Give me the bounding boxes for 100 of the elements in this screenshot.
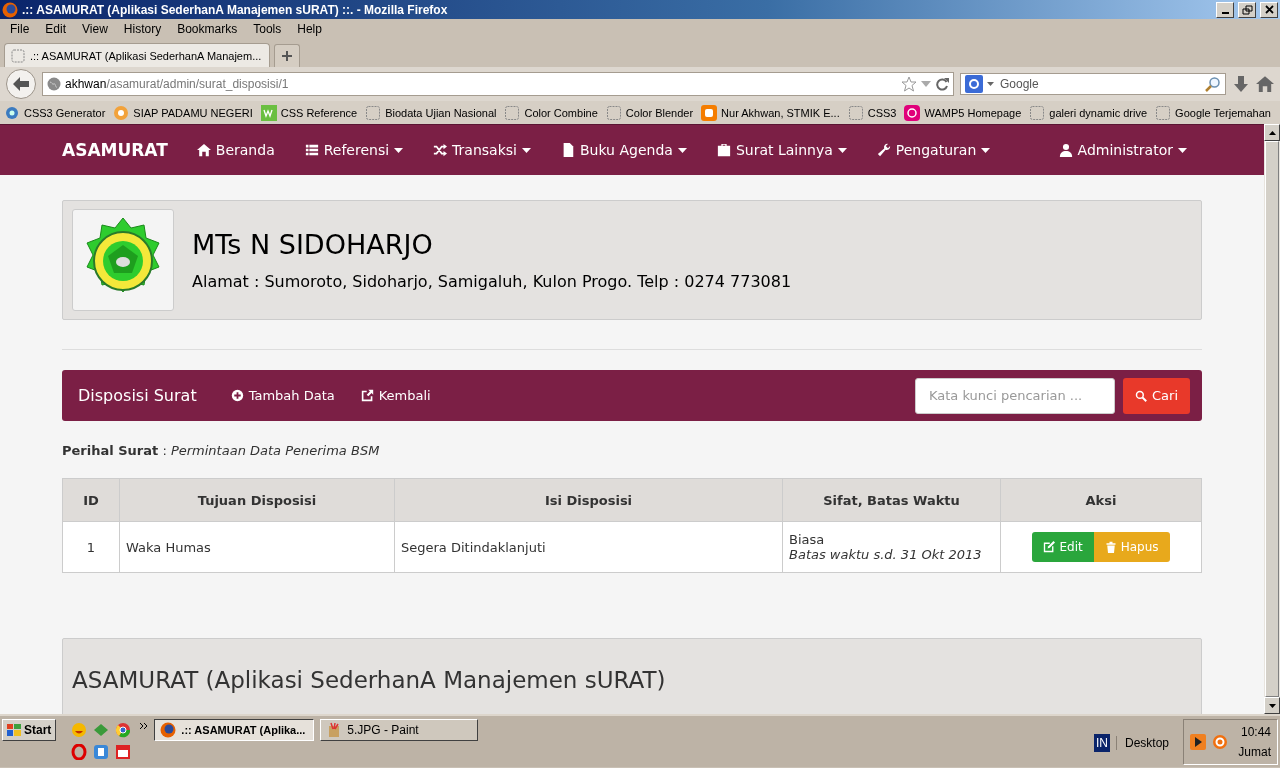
menu-item[interactable]: Bookmarks	[169, 22, 246, 36]
blank-page-icon	[1155, 104, 1172, 121]
back-button[interactable]	[6, 69, 36, 99]
column-header: Sifat, Batas Waktu	[782, 478, 1001, 522]
wrench-icon	[876, 143, 891, 157]
user-menu[interactable]: Administrator	[1043, 142, 1202, 158]
blank-page-icon	[1029, 104, 1046, 121]
toolbar-label[interactable]: Desktop	[1115, 736, 1177, 750]
menu-item[interactable]: View	[74, 22, 116, 36]
smiley-icon	[71, 722, 88, 738]
menu-item[interactable]: Tools	[245, 22, 290, 36]
minimize-button[interactable]	[1216, 1, 1234, 18]
search-icon	[1135, 389, 1147, 402]
clock-day: Jumat	[1238, 745, 1271, 759]
taskbar-button[interactable]: 5.JPG - Paint	[320, 719, 479, 741]
caret-icon	[987, 82, 994, 86]
close-button[interactable]	[1260, 1, 1278, 18]
windows-logo-icon	[7, 723, 21, 737]
blank-page-icon	[504, 104, 521, 121]
browser-icon	[2, 1, 18, 18]
browser-tab[interactable]: .:: ASAMURAT (Aplikasi SederhanA Manajem...	[4, 43, 270, 67]
new-tab-button[interactable]	[274, 44, 300, 67]
bookmark-link[interactable]: CSS Reference	[280, 106, 358, 119]
column-header: Tujuan Disposisi	[119, 478, 395, 522]
wheel-icon	[115, 722, 132, 738]
blank-page-icon	[365, 104, 382, 121]
menu-item[interactable]: Edit	[37, 22, 75, 36]
tile-icon	[260, 104, 277, 121]
scrollbar[interactable]	[1264, 124, 1280, 714]
nav-link[interactable]: Referensi	[289, 142, 419, 158]
bookmark-link[interactable]: Nur Akhwan, STMIK E...	[721, 106, 840, 119]
calendar-icon	[115, 744, 132, 760]
footer-title: ASAMURAT (Aplikasi SederhanA Manajemen sURAT)	[72, 667, 667, 693]
bookmark-link[interactable]: Google Terjemahan	[1175, 106, 1271, 119]
nav-link[interactable]: Pengaturan	[861, 142, 1006, 158]
action-link[interactable]: Kembali	[350, 388, 441, 403]
language-indicator[interactable]: IN	[1093, 734, 1110, 752]
shuffle-icon	[433, 143, 448, 157]
start-button[interactable]: Start	[2, 719, 57, 741]
download-icon	[1232, 75, 1250, 93]
column-header: Aksi	[1000, 478, 1202, 522]
blank-page-icon	[605, 104, 622, 121]
restore-button[interactable]	[1238, 1, 1256, 18]
school-address: Alamat : Sumoroto, Sidoharjo, Samigaluh, Kulon Progo. Telp : 0274 773081	[192, 272, 792, 291]
blank-page-icon	[11, 48, 25, 63]
edit-icon	[1043, 541, 1056, 553]
panel-title: Disposisi Surat	[78, 386, 197, 405]
brand-link[interactable]: ASAMURAT	[62, 140, 168, 160]
school-name: MTs N SIDOHARJO	[192, 229, 434, 260]
caret-icon	[921, 81, 931, 87]
menu-item[interactable]: File	[2, 22, 38, 36]
window-title: .:: ASAMURAT (Aplikasi SederhanA Manajemen sURAT) ::. - Mozilla Firefox	[22, 2, 449, 17]
bookmark-link[interactable]: Color Combine	[524, 106, 598, 119]
taskbar-button[interactable]: .:: ASAMURAT (Aplika...	[154, 719, 315, 741]
table-cell-text: Biasa	[789, 532, 826, 547]
action-link[interactable]: Tambah Data	[220, 388, 345, 403]
table-cell: Waka Humas	[119, 521, 395, 573]
bookmark-link[interactable]: Color Blender	[625, 106, 694, 119]
blog-icon	[701, 104, 718, 121]
diamond-icon	[93, 722, 110, 738]
subject-line: Perihal Surat : Permintaan Data Penerima BSM	[62, 443, 381, 458]
search-field[interactable]: Google	[998, 76, 1201, 92]
address-field[interactable]: akhwan/asamurat/admin/surat_disposisi/1	[42, 72, 954, 96]
menu-item[interactable]: Help	[289, 22, 330, 36]
browser-icon	[160, 722, 177, 738]
nav-link[interactable]: Beranda	[181, 142, 290, 158]
home-icon	[1256, 75, 1274, 93]
minimize-icon	[1221, 11, 1229, 14]
blank-page-icon	[847, 104, 864, 121]
reload-icon	[935, 77, 949, 91]
plus-icon	[230, 389, 244, 402]
square-icon	[93, 744, 110, 760]
scroll-down-icon	[1268, 703, 1276, 708]
trash-icon	[1104, 541, 1117, 553]
briefcase-icon	[716, 143, 731, 157]
search-box[interactable]: Google	[960, 73, 1226, 95]
menu-item[interactable]: History	[115, 22, 170, 36]
ring-icon	[71, 744, 88, 760]
star-icon	[901, 76, 917, 92]
close-icon	[1263, 4, 1275, 15]
search-button[interactable]: Cari	[1123, 377, 1190, 414]
nav-link[interactable]: Buku Agenda	[545, 142, 702, 158]
bookmark-link[interactable]: CSS3 Generator	[24, 106, 106, 119]
nav-link[interactable]: Surat Lainnya	[701, 142, 862, 158]
external-link-icon	[360, 389, 374, 402]
nav-link[interactable]: Transaksi	[418, 142, 546, 158]
play-icon	[1190, 734, 1206, 750]
bookmark-link[interactable]: WAMP5 Homepage	[924, 106, 1022, 119]
restore-icon	[1241, 4, 1253, 15]
bookmark-link[interactable]: galeri dynamic drive	[1049, 106, 1148, 119]
user-icon	[1058, 143, 1073, 157]
list-icon	[304, 143, 319, 157]
wamp-icon	[904, 104, 921, 121]
badge-icon	[113, 104, 130, 121]
globe-icon	[47, 77, 61, 91]
search-engine-icon	[965, 75, 983, 93]
bookmark-link[interactable]: CSS3	[867, 106, 897, 119]
search-field[interactable]: Kata kunci pencarian ...	[915, 377, 1115, 414]
bookmark-link[interactable]: Biodata Ujian Nasional	[385, 106, 497, 119]
bookmark-link[interactable]: SIAP PADAMU NEGERI	[133, 106, 253, 119]
